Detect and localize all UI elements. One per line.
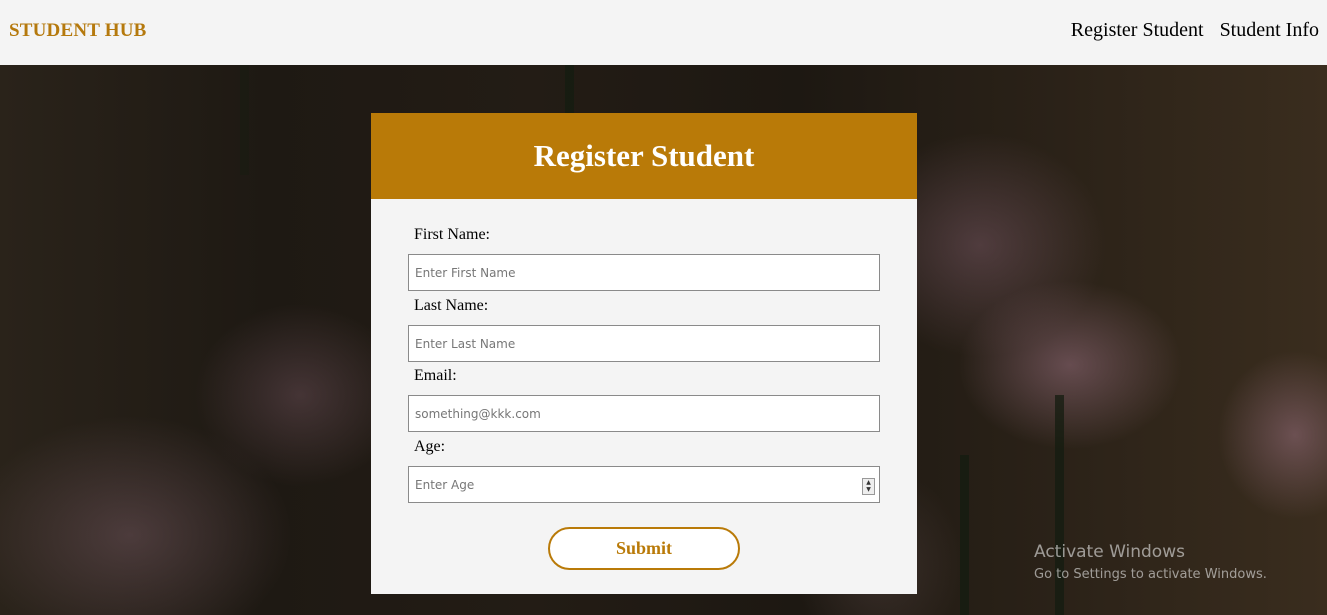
last-name-input[interactable]: Enter Last Name [408,325,880,362]
nav-link-student-info[interactable]: Student Info [1220,19,1319,42]
watermark-title: Activate Windows [1034,542,1185,562]
last-name-label: Last Name: [414,297,489,314]
submit-button[interactable]: Submit [548,527,740,570]
spinner-up-icon[interactable]: ▲ [866,479,871,486]
watermark-subtitle: Go to Settings to activate Windows. [1034,567,1267,582]
register-form-card: Register Student First Name: Enter First… [371,113,917,594]
email-label: Email: [414,367,457,384]
email-input[interactable]: something@kkk.com [408,395,880,432]
top-navbar: STUDENT HUB Register Student Student Inf… [0,0,1327,65]
first-name-label: First Name: [414,226,490,243]
nav-link-register-student[interactable]: Register Student [1071,19,1204,42]
nav-links: Register Student Student Info [1071,19,1319,42]
form-title: Register Student [533,138,755,173]
age-input[interactable]: Enter Age ▲ ▼ [408,466,880,503]
spinner-down-icon[interactable]: ▼ [866,487,871,493]
brand-logo[interactable]: STUDENT HUB [9,20,147,42]
form-header: Register Student [371,113,917,199]
activate-windows-watermark: Activate Windows Go to Settings to activ… [1034,542,1267,582]
spinner-arrows-icon[interactable]: ▲ ▼ [862,478,875,495]
first-name-input[interactable]: Enter First Name [408,254,880,291]
age-placeholder: Enter Age [415,477,475,492]
age-label: Age: [414,438,446,455]
